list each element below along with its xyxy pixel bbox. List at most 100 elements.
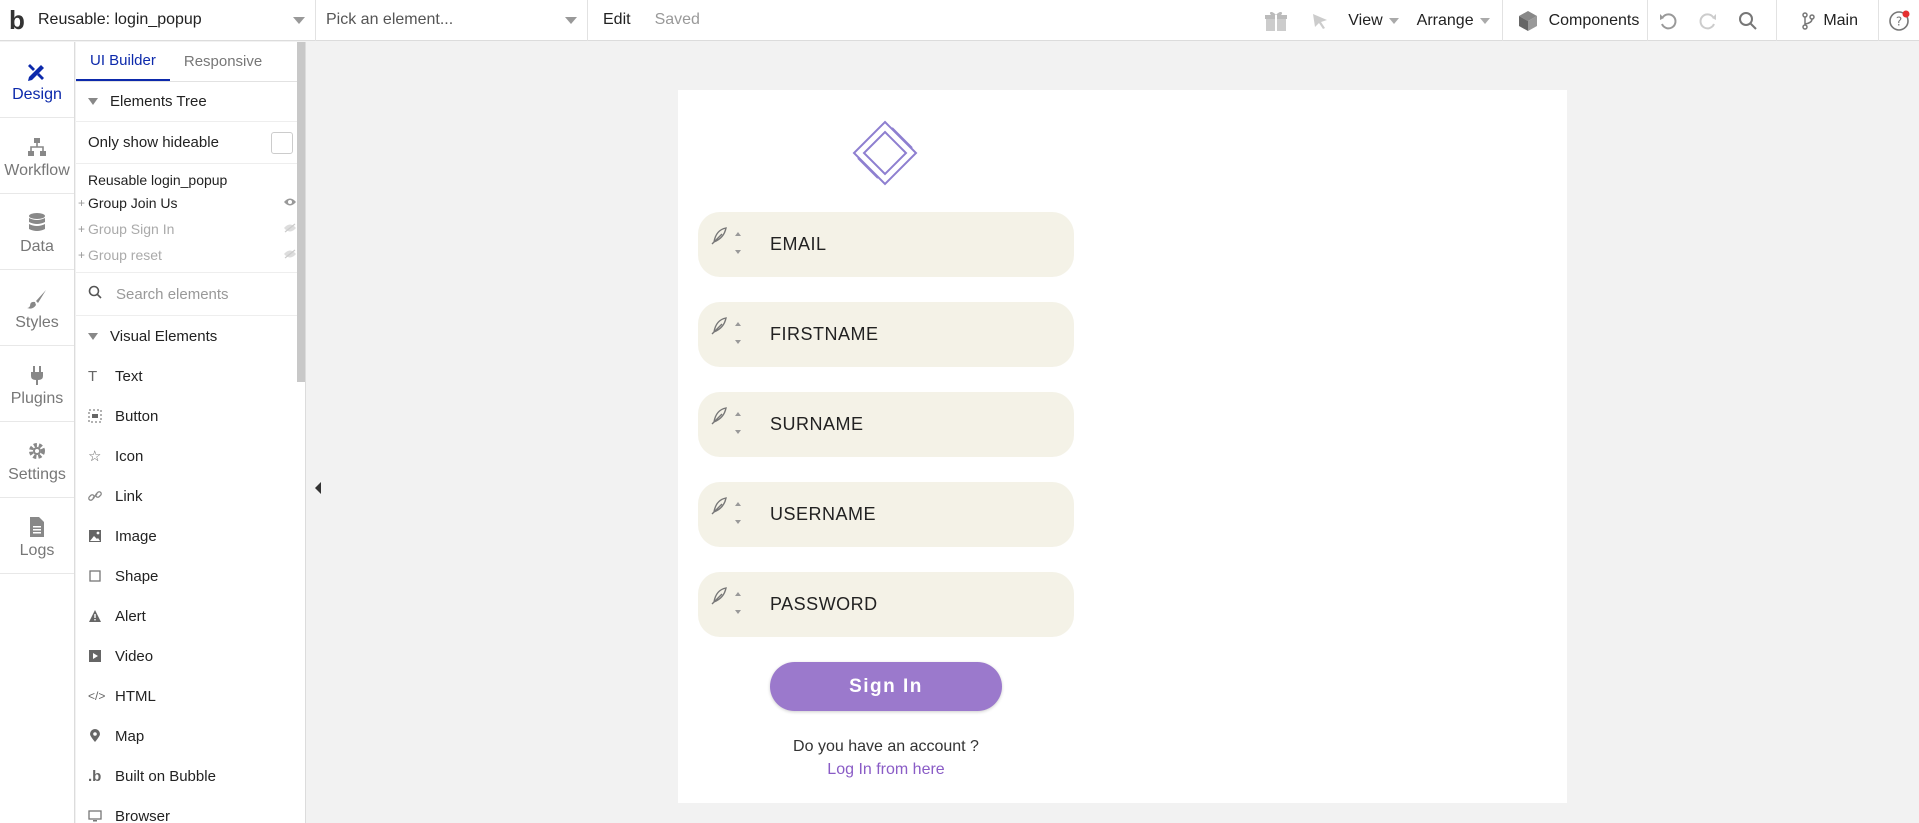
- eye-icon[interactable]: [283, 196, 297, 210]
- password-field[interactable]: PASSWORD: [698, 572, 1074, 637]
- element-button[interactable]: Button: [76, 396, 305, 436]
- undo-icon[interactable]: [1648, 0, 1688, 41]
- help-icon[interactable]: ?: [1879, 0, 1919, 41]
- element-map[interactable]: Map: [76, 716, 305, 756]
- email-field-label: EMAIL: [770, 234, 827, 254]
- expand-icon[interactable]: +: [78, 196, 88, 210]
- tree-item-group-sign-in[interactable]: + Group Sign In: [76, 216, 305, 242]
- expand-icon[interactable]: +: [78, 248, 88, 262]
- element-label: Alert: [115, 607, 146, 625]
- chevron-down-icon: [1479, 17, 1490, 24]
- element-alert[interactable]: Alert: [76, 596, 305, 636]
- nav-data-label: Data: [20, 237, 54, 255]
- element-label: Browser: [115, 807, 171, 823]
- video-icon: [88, 649, 115, 663]
- eye-slash-icon[interactable]: [283, 248, 297, 262]
- workflow-icon: [26, 132, 48, 162]
- edit-mode-button[interactable]: Edit: [603, 11, 631, 29]
- feather-stepper-icon: [711, 497, 741, 524]
- design-canvas: EMAIL FIRSTNAME SURNAME USERNAME PASSWOR…: [678, 90, 1567, 803]
- nav-settings[interactable]: Settings: [0, 422, 74, 498]
- save-status: Saved: [654, 11, 700, 28]
- tree-item-group-reset[interactable]: + Group reset: [76, 242, 305, 268]
- nav-plugins[interactable]: Plugins: [0, 346, 74, 422]
- surname-field[interactable]: SURNAME: [698, 392, 1074, 457]
- star-icon: ☆: [88, 448, 102, 465]
- tab-ui-builder[interactable]: UI Builder: [76, 42, 170, 81]
- gear-icon: [26, 436, 48, 466]
- visual-elements-header[interactable]: Visual Elements: [76, 316, 305, 356]
- surname-field-label: SURNAME: [770, 414, 864, 434]
- cube-icon: [1518, 10, 1537, 31]
- triangle-down-icon: [88, 332, 98, 340]
- sign-in-button[interactable]: Sign In: [770, 662, 1002, 711]
- document-icon: [26, 512, 48, 542]
- tree-root[interactable]: Reusable login_popup: [76, 164, 305, 188]
- bubble-logo[interactable]: b: [0, 0, 34, 41]
- account-question-text: Do you have an account ?: [793, 738, 979, 755]
- top-toolbar: b Reusable: login_popup Pick an element.…: [0, 0, 1919, 41]
- element-video[interactable]: Video: [76, 636, 305, 676]
- nav-workflow[interactable]: Workflow: [0, 118, 74, 194]
- components-button[interactable]: Components: [1503, 0, 1648, 41]
- view-menu[interactable]: View: [1342, 0, 1404, 41]
- tab-responsive[interactable]: Responsive: [170, 42, 276, 81]
- firstname-field[interactable]: FIRSTNAME: [698, 302, 1074, 367]
- svg-text:?: ?: [1896, 14, 1902, 28]
- text-icon: T: [88, 367, 98, 385]
- nav-design[interactable]: Design: [0, 42, 74, 118]
- login-link[interactable]: Log In from here: [678, 761, 1094, 779]
- search-icon: [88, 285, 102, 303]
- nav-data[interactable]: Data: [0, 194, 74, 270]
- image-icon: [88, 529, 115, 543]
- button-icon: [88, 409, 115, 423]
- nav-workflow-label: Workflow: [4, 161, 70, 179]
- element-html[interactable]: </> HTML: [76, 676, 305, 716]
- gift-icon[interactable]: [1254, 0, 1298, 41]
- arrange-menu-label: Arrange: [1416, 11, 1474, 29]
- branch-label: Main: [1823, 11, 1858, 29]
- nav-plugins-label: Plugins: [10, 389, 64, 407]
- element-label: Button: [115, 407, 159, 425]
- element-image[interactable]: Image: [76, 516, 305, 556]
- element-shape[interactable]: Shape: [76, 556, 305, 596]
- only-show-hideable-checkbox[interactable]: [271, 131, 293, 154]
- collapse-panel-icon[interactable]: [315, 482, 321, 494]
- pointer-icon[interactable]: [1298, 0, 1342, 41]
- branch-icon: [1802, 11, 1816, 30]
- redo-icon[interactable]: [1688, 0, 1728, 41]
- page-selector-value: Reusable: login_popup: [38, 11, 202, 28]
- username-field[interactable]: USERNAME: [698, 482, 1074, 547]
- tree-item-group-join-us[interactable]: + Group Join Us: [76, 190, 305, 216]
- element-text[interactable]: T Text: [76, 356, 305, 396]
- diamond-logo-icon: [852, 120, 918, 186]
- element-icon[interactable]: ☆ Icon: [76, 436, 305, 476]
- password-field-label: PASSWORD: [770, 594, 878, 614]
- element-built-on-bubble[interactable]: .b Built on Bubble: [76, 756, 305, 796]
- components-label: Components: [1548, 11, 1640, 29]
- tree-item-label: Group reset: [88, 247, 162, 263]
- branch-button[interactable]: Main: [1777, 0, 1878, 41]
- visual-elements-list: T Text Button ☆ Icon Link Image Shape Aler…: [76, 356, 305, 823]
- monitor-icon: [88, 809, 115, 823]
- element-label: Link: [115, 487, 143, 505]
- arrange-menu[interactable]: Arrange: [1411, 0, 1496, 41]
- search-elements[interactable]: Search elements: [76, 272, 305, 316]
- search-icon[interactable]: [1728, 0, 1768, 41]
- nav-logs-label: Logs: [19, 541, 55, 559]
- eye-slash-icon[interactable]: [283, 222, 297, 236]
- username-field-label: USERNAME: [770, 504, 877, 524]
- nav-styles[interactable]: Styles: [0, 270, 74, 346]
- email-field[interactable]: EMAIL: [698, 212, 1074, 277]
- element-browser[interactable]: Browser: [76, 796, 305, 823]
- element-link[interactable]: Link: [76, 476, 305, 516]
- page-selector[interactable]: Reusable: login_popup: [34, 0, 316, 41]
- nav-logs[interactable]: Logs: [0, 498, 74, 574]
- element-label: Image: [115, 527, 157, 545]
- feather-stepper-icon: [711, 407, 741, 434]
- elements-tree-header[interactable]: Elements Tree: [76, 82, 305, 122]
- element-picker[interactable]: Pick an element...: [316, 0, 588, 41]
- side-panel: UI Builder Responsive Elements Tree Only…: [76, 42, 306, 823]
- expand-icon[interactable]: +: [78, 222, 88, 236]
- database-icon: [26, 208, 48, 238]
